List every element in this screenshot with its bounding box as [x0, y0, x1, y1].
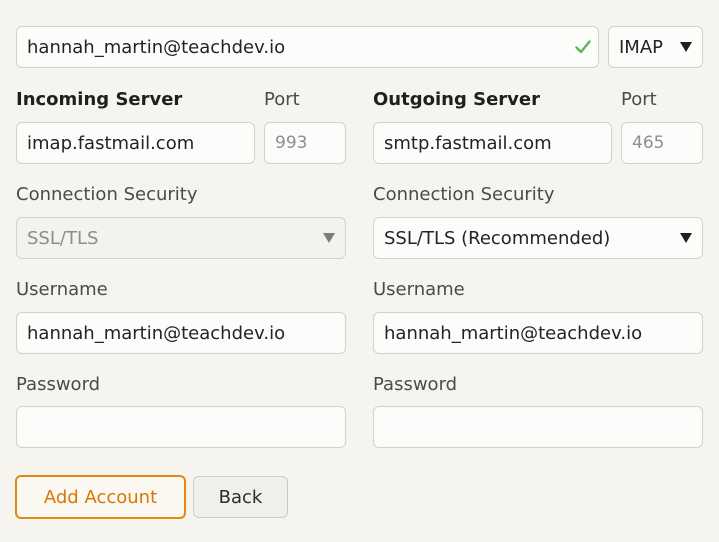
- add-account-label: Add Account: [43, 486, 158, 508]
- chevron-down-icon: [323, 233, 335, 243]
- outgoing-server-field[interactable]: smtp.fastmail.com: [373, 122, 612, 164]
- outgoing-port-label: Port: [621, 89, 657, 110]
- incoming-password-label: Password: [16, 374, 101, 395]
- outgoing-security-label: Connection Security: [373, 184, 555, 205]
- back-label: Back: [218, 486, 263, 508]
- email-value: hannah_martin@teachdev.io: [27, 36, 286, 58]
- outgoing-server-heading: Outgoing Server: [373, 89, 540, 110]
- email-field[interactable]: hannah_martin@teachdev.io: [16, 26, 599, 68]
- incoming-server-heading: Incoming Server: [16, 89, 183, 110]
- incoming-server-value: imap.fastmail.com: [27, 132, 195, 154]
- outgoing-username-value: hannah_martin@teachdev.io: [384, 322, 643, 344]
- outgoing-password-field[interactable]: [373, 406, 703, 448]
- incoming-security-select[interactable]: SSL/TLS: [16, 217, 346, 259]
- outgoing-security-value: SSL/TLS (Recommended): [384, 227, 611, 249]
- incoming-password-field[interactable]: [16, 406, 346, 448]
- incoming-security-label: Connection Security: [16, 184, 198, 205]
- incoming-username-label: Username: [16, 279, 108, 300]
- incoming-port-value: 993: [275, 133, 308, 153]
- outgoing-port-value: 465: [632, 133, 665, 153]
- incoming-port-label: Port: [264, 89, 300, 110]
- check-icon: [575, 40, 591, 54]
- chevron-down-icon: [680, 42, 692, 52]
- outgoing-password-label: Password: [373, 374, 458, 395]
- outgoing-server-value: smtp.fastmail.com: [384, 132, 552, 154]
- protocol-value: IMAP: [619, 36, 664, 58]
- incoming-security-value: SSL/TLS: [27, 227, 99, 249]
- outgoing-username-field[interactable]: hannah_martin@teachdev.io: [373, 312, 703, 354]
- account-setup-form: hannah_martin@teachdev.io IMAP Incoming …: [0, 0, 719, 542]
- outgoing-username-label: Username: [373, 279, 465, 300]
- incoming-username-field[interactable]: hannah_martin@teachdev.io: [16, 312, 346, 354]
- outgoing-port-field[interactable]: 465: [621, 122, 703, 164]
- outgoing-security-select[interactable]: SSL/TLS (Recommended): [373, 217, 703, 259]
- add-account-button[interactable]: Add Account: [15, 475, 186, 519]
- incoming-username-value: hannah_martin@teachdev.io: [27, 322, 286, 344]
- incoming-server-field[interactable]: imap.fastmail.com: [16, 122, 255, 164]
- back-button[interactable]: Back: [193, 476, 288, 518]
- chevron-down-icon: [680, 233, 692, 243]
- incoming-port-field[interactable]: 993: [264, 122, 346, 164]
